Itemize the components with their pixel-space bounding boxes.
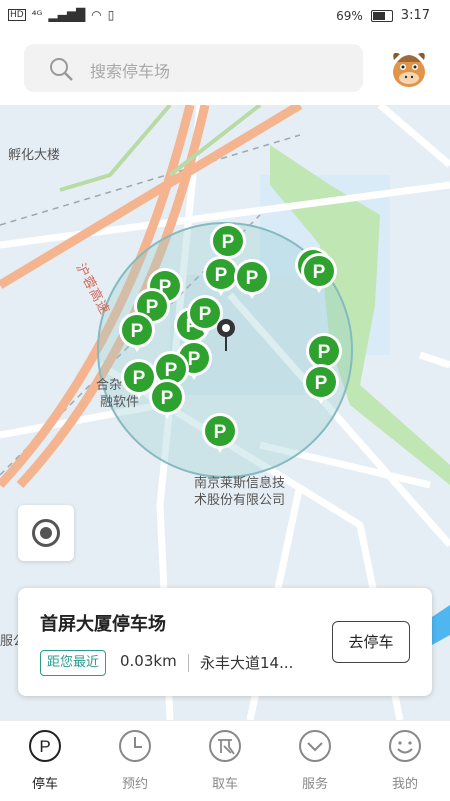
pickup-icon [209,730,241,762]
hd-icon: HD [8,9,26,21]
tab-label: 取车 [211,777,238,792]
tab-label: 预约 [121,777,148,792]
search-placeholder[interactable]: 搜索停车场 [90,58,170,82]
parking-pin-label: P [246,268,259,289]
parking-pin-label: P [133,368,146,389]
parking-pin-label: P [161,388,174,409]
status-right: 69% 3:17 [336,8,430,23]
go-park-button[interactable]: 去停车 [332,621,410,663]
parking-pin[interactable]: P [149,379,185,419]
tab-parking[interactable]: P 停车 [5,721,85,801]
vibrate-icon: ▯ [107,8,115,22]
parking-pin-label: P [313,262,326,283]
parking-pin-label: P [165,360,178,381]
parking-pin-label: P [215,265,228,286]
parking-pin[interactable]: P [303,364,339,404]
svg-text:P: P [39,737,50,756]
search-icon [50,58,73,81]
parking-pin[interactable]: P [234,259,270,299]
battery-percent: 69% [336,8,363,23]
nearest-badge: 距您最近 [40,650,107,676]
parking-pin[interactable]: P [301,253,337,293]
chevron-down-icon [299,730,331,762]
parking-pin-label: P [188,349,201,370]
locate-icon-dot [40,527,52,539]
smile-icon [389,730,421,762]
tab-reserve[interactable]: 预约 [95,721,175,801]
bottom-tab-bar: P 停车 预约 取车 服务 我的 [0,720,450,801]
search-bar[interactable]: 搜索停车场 [24,44,363,92]
parking-pin[interactable]: P [202,413,238,453]
battery-icon [370,9,393,22]
tab-label: 服务 [301,777,328,792]
current-location-marker [217,319,235,351]
parking-pin-label: P [222,232,235,253]
wifi-icon: ◠ [91,8,102,22]
parking-name: 首屏大厦停车场 [40,614,166,635]
parking-address: 永丰大道14... [200,654,294,672]
tab-label: 我的 [391,777,418,792]
locate-me-button[interactable] [18,505,74,561]
status-left: HD ⁴ᴳ ▂▄▆█ ◠ ▯ [8,8,114,22]
clock: 3:17 [400,8,430,23]
clock-icon [119,730,151,762]
tab-service[interactable]: 服务 [275,721,355,801]
tab-label: 停车 [31,777,58,792]
parking-pin-label: P [214,422,227,443]
parking-pin[interactable]: P [203,256,239,296]
tab-pickup[interactable]: 取车 [185,721,265,801]
divider [188,654,189,672]
parking-pin-label: P [146,297,159,318]
avatar[interactable] [388,46,430,90]
parking-pin-label: P [199,304,212,325]
parking-info-card[interactable]: 首屏大厦停车场 距您最近 0.03km 永丰大道14... 去停车 [18,588,432,696]
network-type: ⁴ᴳ [31,8,43,22]
parking-pin-label: P [131,321,144,342]
parking-pin[interactable]: P [119,312,155,352]
status-bar: HD ⁴ᴳ ▂▄▆█ ◠ ▯ 69% 3:17 [0,0,450,32]
parking-distance: 0.03km [120,652,177,670]
tab-mine[interactable]: 我的 [365,721,445,801]
signal-icon: ▂▄▆█ [48,8,86,22]
parking-pin-label: P [318,342,331,363]
parking-pin-label: P [315,373,328,394]
parking-icon: P [29,730,61,762]
